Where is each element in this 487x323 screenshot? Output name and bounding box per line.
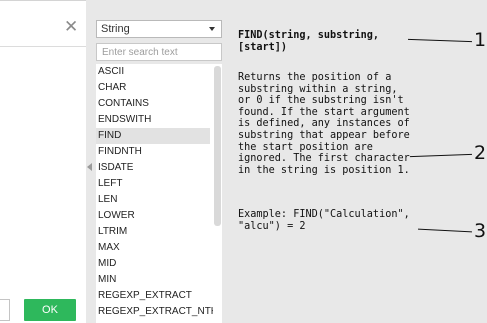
- calculation-editor-panel: ✕ OK: [0, 0, 86, 323]
- function-list-item[interactable]: ASCII: [96, 64, 222, 80]
- function-list-item[interactable]: MAX: [96, 240, 222, 256]
- function-list-item[interactable]: LEN: [96, 192, 222, 208]
- callout-number-3: 3: [474, 220, 487, 242]
- function-list-scroll-thumb[interactable]: [214, 66, 221, 226]
- close-icon[interactable]: ✕: [64, 19, 78, 36]
- callout-number-1: 1: [474, 29, 487, 51]
- function-list-item[interactable]: CONTAINS: [96, 96, 222, 112]
- function-list-item[interactable]: ISDATE: [96, 160, 222, 176]
- function-list-item[interactable]: LTRIM: [96, 224, 222, 240]
- calculation-field-edge[interactable]: [0, 299, 10, 321]
- function-signature: FIND(string, substring, [start]): [238, 30, 380, 53]
- ok-button[interactable]: OK: [24, 299, 76, 321]
- callout-number-2: 2: [474, 142, 487, 164]
- function-description: Returns the position of a substring with…: [238, 72, 410, 176]
- function-list-item[interactable]: REGEXP_EXTRACT_NTH: [96, 304, 222, 320]
- collapse-panel-arrow-icon[interactable]: [87, 163, 92, 171]
- function-list: ASCII CHAR CONTAINS ENDSWITH FIND FINDNTH ISDA…: [96, 64, 222, 323]
- function-list-item[interactable]: CHAR: [96, 80, 222, 96]
- function-category-select[interactable]: String: [96, 20, 222, 38]
- category-selected-value: String: [101, 23, 130, 35]
- function-search-input[interactable]: [96, 43, 222, 61]
- function-list-item[interactable]: MID: [96, 256, 222, 272]
- function-list-item[interactable]: LOWER: [96, 208, 222, 224]
- header-divider: [0, 46, 86, 47]
- function-list-item[interactable]: LEFT: [96, 176, 222, 192]
- chevron-down-icon: [209, 27, 215, 31]
- function-list-item[interactable]: REGEXP_EXTRACT: [96, 288, 222, 304]
- function-example: Example: FIND("Calculation", "alcu") = 2: [238, 209, 410, 232]
- function-list-item[interactable]: MIN: [96, 272, 222, 288]
- function-list-item[interactable]: FINDNTH: [96, 144, 222, 160]
- function-list-item[interactable]: ENDSWITH: [96, 112, 222, 128]
- function-list-item[interactable]: FIND: [96, 128, 210, 144]
